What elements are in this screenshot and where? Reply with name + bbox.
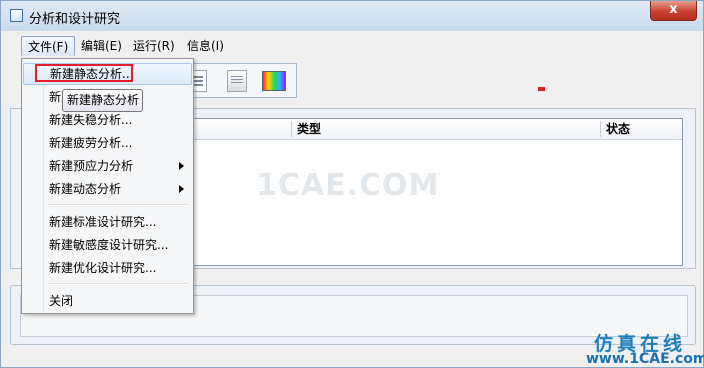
watermark: 1CAE.COM — [256, 168, 440, 203]
menu-item-label: 新建预应力分析 — [49, 159, 134, 173]
column-divider[interactable] — [291, 121, 292, 137]
menu-separator — [48, 204, 188, 206]
title-bar: 分析和设计研究 x — [1, 1, 703, 31]
menu-edit[interactable]: 编辑(E) — [75, 36, 128, 56]
menu-item-new-dynamic-analysis[interactable]: 新建动态分析 — [23, 178, 192, 200]
column-divider[interactable] — [600, 121, 601, 137]
analysis-design-window: 分析和设计研究 x 文件(F) 编辑(E) 运行(R) 信息(I) 类型 状态 … — [0, 0, 704, 368]
menu-item-new-sensitivity-study[interactable]: 新建敏感度设计研究... — [23, 234, 192, 256]
column-type[interactable]: 类型 — [297, 119, 321, 139]
color-result-icon[interactable] — [262, 71, 286, 91]
menu-file[interactable]: 文件(F) — [21, 36, 76, 56]
window-title: 分析和设计研究 — [29, 12, 121, 27]
highlight-annotation-box — [35, 64, 133, 82]
menu-item-close[interactable]: 关闭 — [23, 290, 192, 312]
submenu-arrow-icon — [179, 162, 184, 170]
document-icon[interactable] — [227, 70, 247, 92]
column-status[interactable]: 状态 — [606, 119, 630, 139]
window-icon — [10, 9, 23, 22]
menu-item-label: 新建动态分析 — [49, 182, 122, 196]
menu-run[interactable]: 运行(R) — [127, 36, 181, 56]
menu-item-new-buckling-analysis[interactable]: 新建失稳分析... — [23, 109, 192, 131]
brand-url: www.1CAE.com — [586, 351, 704, 367]
submenu-arrow-icon — [179, 185, 184, 193]
tooltip: 新建静态分析 — [62, 89, 143, 112]
menu-item-new-optimization-study[interactable]: 新建优化设计研究... — [23, 257, 192, 279]
menu-item-new-fatigue-analysis[interactable]: 新建疲劳分析... — [23, 132, 192, 154]
menu-item-new-standard-study[interactable]: 新建标准设计研究... — [23, 211, 192, 233]
menu-info[interactable]: 信息(I) — [181, 36, 230, 56]
menu-separator — [48, 283, 188, 285]
red-marker — [538, 87, 545, 91]
menu-bar: 文件(F) 编辑(E) 运行(R) 信息(I) — [1, 35, 703, 57]
close-button[interactable]: x — [650, 1, 697, 21]
menu-item-new-prestress-analysis[interactable]: 新建预应力分析 — [23, 155, 192, 177]
